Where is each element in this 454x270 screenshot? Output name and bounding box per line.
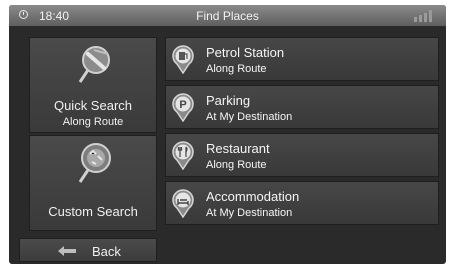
quick-search-sub: Along Route [62, 116, 124, 128]
item-sub: Along Route [206, 63, 267, 75]
list-item-restaurant[interactable]: Restaurant Along Route [165, 133, 439, 177]
item-sub: Along Route [206, 159, 267, 171]
list-item-accommodation[interactable]: Accommodation At My Destination [165, 181, 439, 225]
restaurant-pin-icon [172, 141, 194, 170]
device-frame: 18:40 Find Places Quick Search Along Rou… [0, 0, 454, 270]
parking-pin-icon: P [172, 93, 194, 122]
custom-search-button[interactable]: Custom Search [29, 135, 157, 231]
page-title: Find Places [196, 9, 259, 23]
petrol-pin-icon [172, 45, 194, 74]
back-arrow-icon [58, 246, 76, 256]
quick-search-label: Quick Search [53, 98, 133, 113]
item-sub: At My Destination [206, 207, 293, 219]
item-name: Parking [206, 93, 251, 108]
item-name: Petrol Station [206, 45, 285, 60]
back-button[interactable]: Back [19, 238, 157, 262]
list-item-petrol[interactable]: Petrol Station Along Route [165, 37, 439, 81]
item-name: Accommodation [206, 189, 300, 204]
magnifier-route-icon [78, 46, 110, 83]
item-sub: At My Destination [206, 111, 293, 123]
signal-icon [414, 10, 434, 22]
item-name: Restaurant [206, 141, 270, 156]
status-bar: 18:40 Find Places [9, 5, 446, 26]
back-label: Back [92, 244, 121, 259]
screen: 18:40 Find Places Quick Search Along Rou… [9, 5, 446, 264]
quick-search-button[interactable]: Quick Search Along Route [29, 37, 157, 133]
svg-text:P: P [179, 99, 186, 111]
bed-pin-icon [172, 189, 194, 218]
list-item-parking[interactable]: P Parking At My Destination [165, 85, 439, 129]
magnifier-globe-icon [78, 143, 111, 183]
custom-search-label: Custom Search [48, 204, 138, 219]
